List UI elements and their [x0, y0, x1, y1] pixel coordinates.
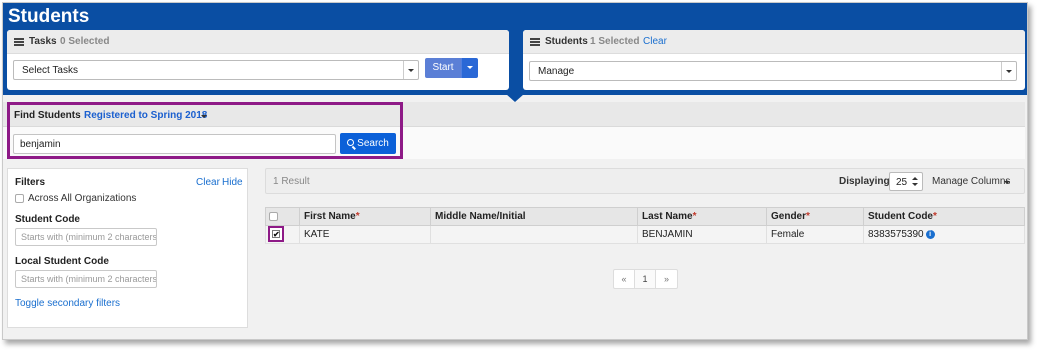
students-title: Students — [545, 36, 588, 47]
chevron-down-icon[interactable] — [1004, 181, 1010, 184]
tasks-title: Tasks — [29, 36, 57, 47]
tasks-selected-count: 0 Selected — [60, 36, 110, 47]
filters-panel: Filters Clear Hide Across All Organizati… — [7, 168, 248, 328]
filters-clear-link[interactable]: Clear — [196, 177, 220, 188]
column-header-student-code[interactable]: Student Code* — [863, 207, 1025, 226]
students-selected-count: 1 Selected — [590, 36, 640, 47]
row-checkbox[interactable]: ✔ — [272, 230, 280, 239]
up-down-icon — [912, 177, 918, 187]
chevron-down-icon — [408, 69, 414, 72]
result-count: 1 Result — [273, 176, 310, 187]
column-header-first-name[interactable]: First Name* — [299, 207, 431, 226]
start-dropdown-button[interactable] — [461, 58, 478, 78]
page-size-value: 25 — [896, 177, 908, 188]
list-icon — [14, 38, 24, 46]
local-student-code-label: Local Student Code — [15, 256, 109, 267]
cell-middle-name — [430, 225, 638, 244]
cell-student-code: 8383575390 i — [863, 225, 1025, 244]
tasks-select-value: Select Tasks — [22, 65, 78, 76]
next-page-button[interactable]: » — [656, 270, 677, 288]
list-icon — [530, 38, 540, 46]
chevron-down-icon — [467, 66, 473, 69]
tasks-select-toggle[interactable] — [403, 61, 418, 79]
filters-hide-link[interactable]: Hide — [222, 177, 243, 188]
cell-gender: Female — [766, 225, 864, 244]
panel-pointer — [506, 94, 524, 102]
students-manage-toggle[interactable] — [1001, 62, 1016, 80]
cell-first-name: KATE — [299, 225, 431, 244]
across-organizations-checkbox[interactable] — [15, 194, 24, 203]
page-size-select[interactable]: 25 — [889, 172, 923, 191]
results-toolbar: 1 Result Displaying 25 Manage Columns — [265, 168, 1025, 194]
row-select-cell: ✔ — [265, 225, 300, 244]
prev-page-button[interactable]: « — [614, 270, 635, 288]
students-panel: Students 1 Selected Clear Manage — [523, 30, 1025, 90]
filters-title: Filters — [15, 177, 46, 188]
chevron-down-icon — [1006, 70, 1012, 73]
students-manage-value: Manage — [538, 66, 575, 77]
students-clear-link[interactable]: Clear — [643, 36, 667, 47]
student-code-label: Student Code — [15, 214, 80, 225]
tasks-select[interactable]: Select Tasks — [13, 60, 419, 80]
info-icon[interactable]: i — [925, 229, 935, 239]
local-student-code-input[interactable]: Starts with (minimum 2 characters) — [15, 270, 157, 288]
column-header-last-name[interactable]: Last Name* — [637, 207, 767, 226]
students-panel-header: Students 1 Selected Clear — [523, 30, 1025, 54]
displaying-label: Displaying — [839, 176, 890, 187]
tasks-panel-header: Tasks 0 Selected — [7, 30, 509, 54]
students-table: First Name* Middle Name/Initial Last Nam… — [265, 207, 1025, 244]
across-organizations-label: Across All Organizations — [28, 193, 137, 204]
select-all-cell — [265, 207, 300, 226]
students-manage-select[interactable]: Manage — [529, 61, 1017, 81]
app-window: Students Tasks 0 Selected Select Tasks S… — [2, 2, 1028, 340]
column-header-middle-name[interactable]: Middle Name/Initial — [430, 207, 638, 226]
page-title: Students — [8, 6, 90, 27]
column-header-gender[interactable]: Gender* — [766, 207, 864, 226]
highlight-find-students — [7, 102, 403, 159]
cell-last-name: BENJAMIN — [637, 225, 767, 244]
table-header-row: First Name* Middle Name/Initial Last Nam… — [265, 207, 1025, 226]
student-code-input[interactable]: Starts with (minimum 2 characters) — [15, 228, 157, 246]
current-page-button[interactable]: 1 — [635, 270, 656, 288]
pagination: « 1 » — [613, 269, 678, 289]
start-button[interactable]: Start — [425, 58, 461, 78]
select-all-checkbox[interactable] — [269, 212, 278, 221]
manage-columns-button[interactable]: Manage Columns — [932, 176, 1010, 187]
toggle-secondary-filters-link[interactable]: Toggle secondary filters — [15, 298, 120, 309]
highlight-row-checkbox: ✔ — [268, 226, 284, 242]
table-row[interactable]: ✔ KATE BENJAMIN Female 8383575390 i — [265, 225, 1025, 244]
